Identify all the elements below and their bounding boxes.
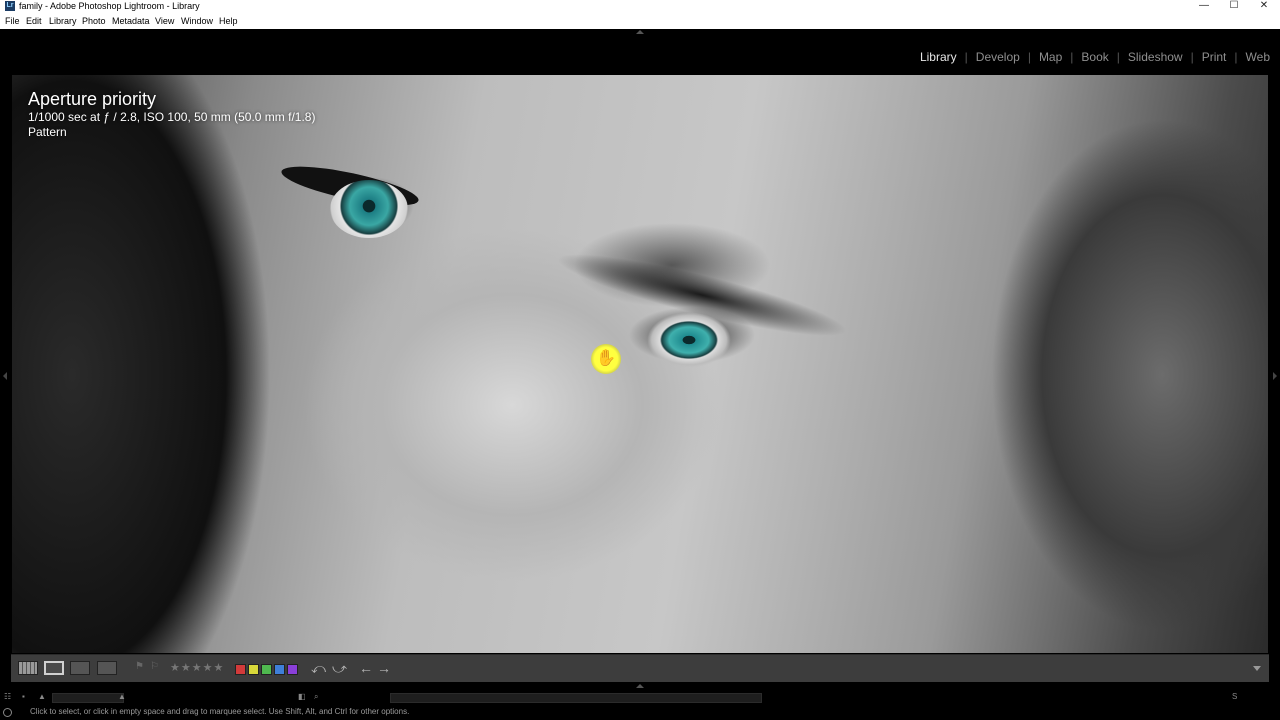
close-button[interactable]: ✕: [1250, 0, 1278, 12]
menu-photo[interactable]: Photo: [82, 16, 106, 26]
left-panel-toggle-icon[interactable]: [3, 372, 7, 380]
menu-edit[interactable]: Edit: [26, 16, 42, 26]
filmstrip-source-icon[interactable]: ◧: [298, 692, 306, 701]
flag-pick-icon[interactable]: ⚑: [135, 661, 145, 673]
right-eye-shape: [634, 311, 744, 369]
menu-bar: File Edit Library Photo Metadata View Wi…: [0, 13, 1280, 29]
filmstrip-grid-icon[interactable]: ☷: [4, 692, 11, 701]
menu-view[interactable]: View: [155, 16, 174, 26]
color-label-blue[interactable]: [274, 664, 285, 675]
info-metering: Pattern: [28, 125, 67, 139]
module-separator: |: [1234, 50, 1238, 64]
menu-library[interactable]: Library: [49, 16, 77, 26]
color-label-yellow[interactable]: [248, 664, 259, 675]
filmstrip-source-path[interactable]: [390, 693, 762, 703]
title-bar: Lr family - Adobe Photoshop Lightroom - …: [0, 0, 1280, 13]
info-shooting-mode: Aperture priority: [28, 89, 157, 109]
color-label-purple[interactable]: [287, 664, 298, 675]
module-develop[interactable]: Develop: [976, 50, 1020, 64]
module-separator: |: [1027, 50, 1031, 64]
info-overlay: Aperture priority 1/1000 sec at ƒ / 2.8,…: [28, 88, 315, 140]
info-exposure: 1/1000 sec at ƒ / 2.8, ISO 100, 50 mm (5…: [28, 110, 316, 124]
module-separator: |: [1070, 50, 1074, 64]
filmstrip-up-icon[interactable]: ▲: [118, 692, 126, 701]
module-library[interactable]: Library: [920, 50, 957, 64]
rotate-left-icon[interactable]: ⤺: [311, 661, 326, 675]
color-label-green[interactable]: [261, 664, 272, 675]
status-hint-text: Click to select, or click in empty space…: [30, 707, 410, 716]
window-title: family - Adobe Photoshop Lightroom - Lib…: [19, 1, 200, 11]
filmstrip-back-icon[interactable]: ▲: [38, 692, 46, 701]
module-book[interactable]: Book: [1081, 50, 1108, 64]
color-label-red[interactable]: [235, 664, 246, 675]
module-separator: |: [964, 50, 968, 64]
loupe-photo[interactable]: [12, 75, 1268, 653]
previous-photo-icon[interactable]: ←: [359, 661, 373, 675]
module-print[interactable]: Print: [1202, 50, 1227, 64]
lightroom-app-icon: Lr: [5, 1, 15, 11]
module-separator: |: [1116, 50, 1120, 64]
module-map[interactable]: Map: [1039, 50, 1062, 64]
status-eye-icon: [3, 708, 12, 717]
left-eye-shape: [330, 180, 408, 238]
flag-reject-icon[interactable]: ⚐: [150, 661, 160, 673]
module-separator: |: [1190, 50, 1194, 64]
minimize-button[interactable]: —: [1190, 0, 1218, 12]
compare-view-button[interactable]: [70, 661, 90, 675]
survey-view-button[interactable]: [97, 661, 117, 675]
top-panel-toggle-icon[interactable]: [636, 30, 644, 34]
filmstrip-loupe-icon[interactable]: ▪: [22, 692, 25, 701]
menu-help[interactable]: Help: [219, 16, 238, 26]
rotate-right-icon[interactable]: ⤻: [332, 661, 347, 675]
filmstrip-search-icon[interactable]: ⌕: [314, 692, 318, 701]
maximize-button[interactable]: ☐: [1220, 0, 1248, 12]
filmstrip-navigation-bar[interactable]: [52, 693, 124, 703]
filmstrip-filter-icon[interactable]: S: [1232, 692, 1237, 701]
hand-cursor-icon: ✋: [591, 344, 621, 374]
right-panel-toggle-icon[interactable]: [1273, 372, 1277, 380]
menu-window[interactable]: Window: [181, 16, 213, 26]
menu-file[interactable]: File: [5, 16, 20, 26]
library-toolbar: ⚑ ⚐ ★★★★★ ⤺ ⤻ ← →: [11, 654, 1269, 682]
toolbar-content-dropdown-icon[interactable]: [1253, 666, 1261, 671]
grid-view-button[interactable]: [18, 661, 38, 675]
next-photo-icon[interactable]: →: [377, 661, 391, 675]
menu-metadata[interactable]: Metadata: [112, 16, 150, 26]
module-slideshow[interactable]: Slideshow: [1128, 50, 1183, 64]
module-web[interactable]: Web: [1246, 50, 1270, 64]
filmstrip-toggle-icon[interactable]: [636, 684, 644, 688]
module-picker: Library | Develop | Map | Book | Slideshow | Print…: [920, 50, 1270, 64]
star-rating[interactable]: ★★★★★: [170, 661, 224, 675]
loupe-view-button[interactable]: [44, 661, 64, 675]
